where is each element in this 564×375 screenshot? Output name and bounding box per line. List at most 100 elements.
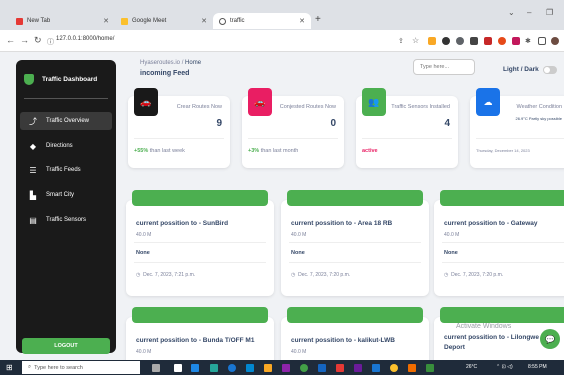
close-icon[interactable]: ✕ [201, 17, 207, 25]
brand-label: Traffic Dashboard [42, 76, 98, 83]
chevron-down-icon[interactable]: ⌄ [508, 8, 515, 17]
taskbar-app-icon[interactable] [210, 364, 218, 372]
restore-icon[interactable]: ❐ [546, 8, 553, 17]
forward-arrow-icon[interactable]: → [20, 35, 29, 45]
route-card[interactable]: current possition to - kalikut-LWB 40.0 … [281, 307, 429, 360]
taskbar-app-icon[interactable] [174, 364, 182, 372]
sidebar-item-traffic-sensors[interactable]: ▤ Traffic Sensors [20, 211, 112, 229]
stat-footer-text: than last week [148, 148, 185, 154]
breadcrumb-current: Home [185, 60, 202, 66]
extension-icon[interactable] [484, 37, 492, 45]
traffic-favicon-icon [219, 17, 226, 25]
minimize-icon[interactable]: – [527, 8, 531, 17]
stat-footer-text: than last month [259, 148, 299, 154]
close-icon[interactable]: ✕ [103, 17, 109, 25]
sidebar-item-traffic-overview[interactable]: ⤴ Traffic Overview [20, 112, 112, 130]
extension-icon[interactable] [428, 37, 436, 45]
extension-icon[interactable] [470, 37, 478, 45]
search-icon: ⌕ [28, 364, 32, 370]
taskbar-app-icon[interactable] [354, 364, 362, 372]
route-card[interactable]: current possition to - Gateway 40.0 M No… [434, 190, 564, 296]
new-tab-button[interactable]: + [315, 14, 321, 25]
taskbar-app-icon[interactable] [318, 364, 326, 372]
route-time: ◷ Dec. 7, 2023, 7:20 p.m. [291, 272, 350, 278]
puzzle-icon[interactable]: ✱ [525, 37, 531, 45]
divider [442, 262, 564, 263]
card-header-band [440, 190, 564, 206]
address-bar: ← → ↻ ⓘ 127.0.0.1:8000/home/ ⇪ ☆ ✱ [0, 30, 564, 52]
tray-weather[interactable]: 26°C [466, 364, 477, 370]
car-icon: 🚗 [134, 88, 158, 116]
tray-icons[interactable]: ⌃ ⊡ ◁) [496, 364, 513, 370]
extension-icon[interactable] [498, 37, 506, 45]
route-card[interactable]: current possition to - Bunda T/OFF M1 40… [126, 307, 274, 360]
tab-traffic[interactable]: traffic ✕ [213, 13, 311, 29]
cloud-icon: ☁ [476, 88, 500, 116]
taskbar-app-icon[interactable] [191, 364, 199, 372]
tab-new-tab[interactable]: New Tab ✕ [10, 13, 115, 29]
taskbar-app-icon[interactable] [282, 364, 290, 372]
sidebar-item-directions[interactable]: ◆ Directions [20, 137, 112, 155]
taskbar-app-icon[interactable] [426, 364, 434, 372]
share-icon[interactable]: ⇪ [398, 37, 404, 45]
divider [476, 138, 564, 139]
logout-button[interactable]: LOGOUT [22, 338, 110, 354]
tray-clock[interactable]: 8:55 PM [528, 364, 547, 370]
reload-icon[interactable]: ↻ [34, 35, 42, 46]
route-time-label: Dec. 7, 2023, 7:20 p.m. [451, 272, 504, 278]
tab-google-meet[interactable]: Google Meet ✕ [115, 13, 213, 29]
stat-change: +55% [134, 148, 149, 154]
vscode-icon[interactable] [372, 364, 380, 372]
url-field[interactable]: 127.0.0.1:8000/home/ [56, 36, 114, 42]
sidebar-item-traffic-feeds[interactable]: ☰ Traffic Feeds [20, 161, 112, 179]
edge-icon[interactable] [228, 364, 236, 372]
theme-toggle[interactable] [543, 66, 557, 74]
taskbar-app-icon[interactable] [300, 364, 308, 372]
file-explorer-icon[interactable] [264, 364, 272, 372]
extension-icon[interactable] [442, 37, 450, 45]
taskbar-app-icon[interactable] [408, 364, 416, 372]
new-tab-favicon-icon [16, 17, 23, 25]
task-view-icon[interactable] [152, 364, 160, 372]
route-title: current possition to - Lilongwe Bus Depo… [444, 334, 554, 351]
chrome-icon[interactable] [390, 364, 398, 372]
star-icon[interactable]: ☆ [412, 36, 419, 45]
stat-change: +3% [248, 148, 260, 154]
theme-label: Light / Dark [503, 66, 539, 73]
clock-icon: ◷ [444, 272, 449, 278]
route-card[interactable]: current possition to - Area 18 RB 40.0 M… [281, 190, 429, 296]
sidebar-item-label: Traffic Feeds [46, 167, 81, 173]
route-time: ◷ Dec. 7, 2023, 7:20 p.m. [444, 272, 503, 278]
tab-label: traffic [230, 18, 245, 24]
search-input[interactable] [413, 59, 475, 75]
card-header-band [287, 190, 423, 206]
sidebar-item-smart-city[interactable]: ▙ Smart City [20, 186, 112, 204]
route-title: current possition to - Gateway [444, 220, 538, 227]
browser-tab-bar: New Tab ✕ Google Meet ✕ traffic ✕ + ⌄ – … [0, 0, 564, 30]
directions-icon: ◆ [29, 141, 37, 151]
divider [362, 138, 452, 139]
taskbar-app-icon[interactable] [336, 364, 344, 372]
breadcrumb-root[interactable]: Hyaseroutes.io [140, 60, 180, 66]
back-arrow-icon[interactable]: ← [6, 35, 15, 45]
taskbar-search[interactable]: ⌕ Type here to search [22, 361, 140, 374]
divider [289, 262, 421, 263]
avatar[interactable] [551, 37, 559, 45]
info-icon[interactable]: ⓘ [47, 37, 54, 47]
route-title: current possition to - kalikut-LWB [291, 337, 396, 344]
route-title: current possition to - Bunda T/OFF M1 [136, 337, 255, 344]
extension-icon[interactable] [512, 37, 520, 45]
close-icon[interactable]: ✕ [299, 17, 305, 25]
stat-card-clear-routes: 🚗 Crear Routes Now 9 +55% than last week [128, 88, 230, 168]
windows-start-icon[interactable]: ⊞ [6, 363, 13, 372]
extension-icon[interactable] [456, 37, 464, 45]
chat-icon[interactable]: 💬 [540, 329, 560, 349]
stat-card-congested-routes: 🚗 Conjested Routes Now 0 +3% than last m… [242, 88, 344, 168]
route-card[interactable]: current possition to - SunBird 40.0 M No… [126, 190, 274, 296]
stat-value: 0 [330, 118, 336, 129]
sidebar-brand[interactable]: Traffic Dashboard [24, 74, 97, 85]
stat-label: Traffic Sensors Installed [391, 104, 450, 110]
taskbar-app-icon[interactable] [246, 364, 254, 372]
clock-icon: ◷ [291, 272, 296, 278]
sidepanel-icon[interactable] [538, 37, 546, 45]
